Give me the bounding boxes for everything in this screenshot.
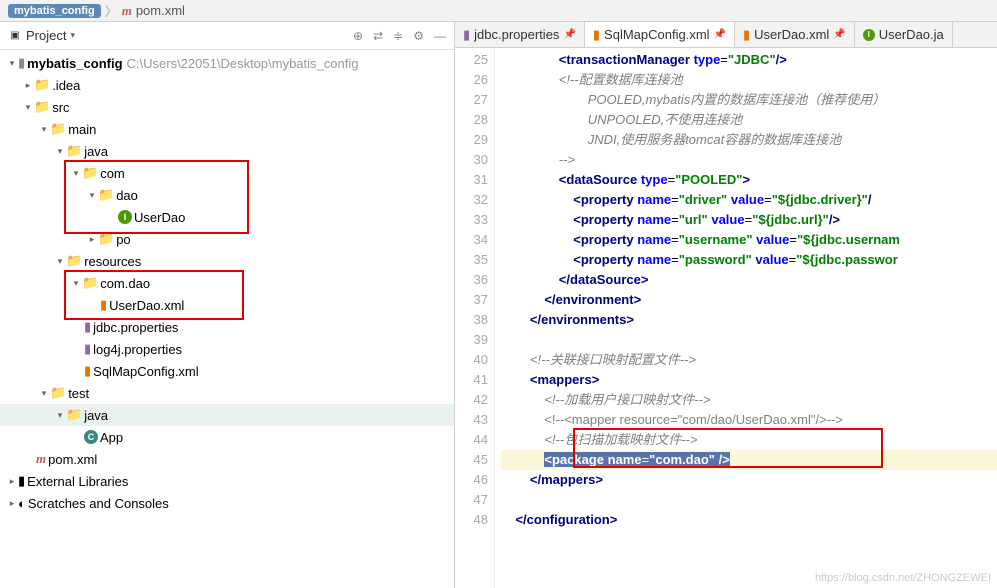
breadcrumb-project[interactable]: mybatis_config bbox=[8, 4, 101, 18]
properties-icon: ▮ bbox=[84, 319, 91, 335]
class-icon: C bbox=[84, 430, 98, 444]
pin-icon: 📌 bbox=[714, 29, 726, 40]
project-panel-title: Project bbox=[26, 28, 66, 43]
project-tree[interactable]: ▾▮mybatis_configC:\Users\22051\Desktop\m… bbox=[0, 50, 454, 516]
collapse-icon[interactable]: ≑ bbox=[393, 29, 403, 43]
library-icon: ▮ bbox=[18, 473, 25, 489]
expand-icon[interactable]: ⇄ bbox=[373, 29, 383, 43]
properties-icon: ▮ bbox=[463, 27, 470, 43]
breadcrumb-file[interactable]: pom.xml bbox=[136, 3, 185, 18]
xml-icon: ▮ bbox=[84, 363, 91, 379]
tree-java[interactable]: ▾📁java bbox=[0, 140, 454, 162]
properties-icon: ▮ bbox=[84, 341, 91, 357]
project-icon: ▣ bbox=[8, 29, 22, 43]
tree-sqlmap[interactable]: ▮SqlMapConfig.xml bbox=[0, 360, 454, 382]
target-icon[interactable]: ⊕ bbox=[353, 29, 363, 43]
editor-tabs: ▮jdbc.properties📌 ▮SqlMapConfig.xml📌 ▮Us… bbox=[455, 22, 997, 48]
tree-comdao[interactable]: ▾📁com.dao bbox=[0, 272, 454, 294]
tree-resources[interactable]: ▾📁resources bbox=[0, 250, 454, 272]
tree-root[interactable]: ▾▮mybatis_configC:\Users\22051\Desktop\m… bbox=[0, 52, 454, 74]
tree-com[interactable]: ▾📁com bbox=[0, 162, 454, 184]
tree-pom[interactable]: mpom.xml bbox=[0, 448, 454, 470]
tree-scratches[interactable]: ▸◐Scratches and Consoles bbox=[0, 492, 454, 514]
tree-dao[interactable]: ▾📁dao bbox=[0, 184, 454, 206]
scratches-icon: ◐ bbox=[18, 496, 26, 511]
gear-icon[interactable]: ⚙ bbox=[413, 29, 424, 43]
interface-icon: I bbox=[863, 29, 875, 41]
gutter: 2526272829303132333435363738394041424344… bbox=[455, 48, 495, 588]
breadcrumb: mybatis_config 〉 m pom.xml bbox=[0, 0, 997, 22]
tab-userdaoxml[interactable]: ▮UserDao.xml📌 bbox=[735, 22, 855, 47]
tree-main[interactable]: ▾📁main bbox=[0, 118, 454, 140]
tab-jdbc[interactable]: ▮jdbc.properties📌 bbox=[455, 22, 585, 47]
tab-sqlmap[interactable]: ▮SqlMapConfig.xml📌 bbox=[585, 22, 735, 47]
code-editor[interactable]: 2526272829303132333435363738394041424344… bbox=[455, 48, 997, 588]
project-tool-header: ▣ Project ▾ ⊕ ⇄ ≑ ⚙ — bbox=[0, 22, 454, 50]
tree-userdaoxml[interactable]: ▮UserDao.xml bbox=[0, 294, 454, 316]
tree-log4jprop[interactable]: ▮log4j.properties bbox=[0, 338, 454, 360]
tree-test[interactable]: ▾📁test bbox=[0, 382, 454, 404]
tree-extlib[interactable]: ▸▮External Libraries bbox=[0, 470, 454, 492]
chevron-right-icon: 〉 bbox=[105, 1, 118, 20]
maven-icon: m bbox=[36, 451, 46, 467]
minimize-icon[interactable]: — bbox=[434, 29, 446, 43]
tab-userdaoja[interactable]: IUserDao.ja bbox=[855, 22, 953, 47]
pin-icon: 📌 bbox=[833, 29, 845, 40]
xml-icon: ▮ bbox=[100, 297, 107, 313]
maven-icon: m bbox=[122, 3, 132, 19]
tree-userdao[interactable]: IUserDao bbox=[0, 206, 454, 228]
tree-src[interactable]: ▾📁src bbox=[0, 96, 454, 118]
chevron-down-icon[interactable]: ▾ bbox=[70, 30, 75, 41]
tree-jdbcprop[interactable]: ▮jdbc.properties bbox=[0, 316, 454, 338]
tree-idea[interactable]: ▸📁.idea bbox=[0, 74, 454, 96]
tree-java2[interactable]: ▾📁java bbox=[0, 404, 454, 426]
code-area[interactable]: <transactionManager type="JDBC"/> <!--配置… bbox=[495, 48, 997, 588]
interface-icon: I bbox=[118, 210, 132, 224]
xml-icon: ▮ bbox=[593, 27, 600, 43]
tree-app[interactable]: CApp bbox=[0, 426, 454, 448]
pin-icon: 📌 bbox=[563, 29, 575, 40]
tree-po[interactable]: ▸📁po bbox=[0, 228, 454, 250]
xml-icon: ▮ bbox=[743, 27, 750, 43]
